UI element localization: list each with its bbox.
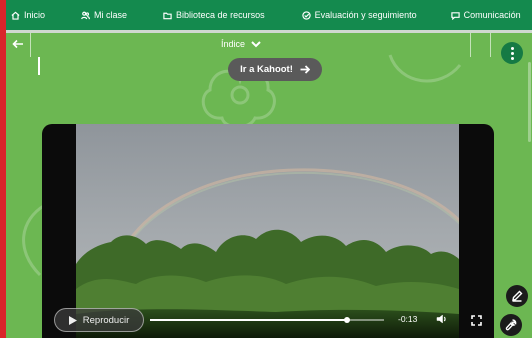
nav-label-comunicacion: Comunicación (463, 10, 521, 20)
index-dropdown[interactable]: Índice (221, 39, 261, 49)
annotate-button[interactable] (506, 285, 528, 307)
nav-label-inicio: Inicio (24, 10, 46, 20)
toolbar-divider (470, 33, 471, 57)
fullscreen-icon (471, 315, 482, 326)
wrench-icon (505, 319, 517, 331)
arrow-right-icon (300, 65, 310, 74)
arrow-left-icon (12, 39, 23, 49)
lesson-toolbar: Índice (6, 33, 532, 57)
nav-label-mi-clase: Mi clase (94, 10, 128, 20)
more-options-button[interactable] (501, 42, 523, 64)
chevron-down-icon (251, 41, 261, 48)
nav-label-biblioteca: Biblioteca de recursos (176, 10, 265, 20)
fullscreen-button[interactable] (471, 313, 482, 326)
nav-item-evaluacion[interactable]: Evaluación y seguimiento (301, 10, 417, 20)
top-navigation: Inicio Mi clase Biblioteca de recursos E… (6, 0, 532, 30)
video-seek-bar[interactable] (150, 317, 384, 323)
play-button-label: Reproducir (82, 314, 130, 326)
folder-icon (163, 12, 172, 19)
video-player[interactable]: Reproducir -0:13 (42, 124, 494, 338)
video-controls: Reproducir -0:13 (42, 306, 494, 338)
people-icon (81, 11, 90, 19)
kahoot-button-label: Ir a Kahoot! (240, 64, 293, 75)
nav-item-inicio[interactable]: Inicio (11, 10, 45, 20)
pencil-icon (512, 290, 523, 302)
play-button[interactable]: Reproducir (54, 308, 144, 332)
home-icon (11, 11, 20, 20)
toolbar-divider (490, 33, 491, 57)
nav-item-comunicacion[interactable]: Comunicación (450, 10, 521, 20)
scrollbar[interactable] (528, 62, 531, 142)
more-vertical-icon (510, 46, 514, 61)
volume-icon (436, 314, 446, 324)
nav-item-biblioteca[interactable]: Biblioteca de recursos (163, 10, 265, 20)
nav-label-evaluacion: Evaluación y seguimiento (314, 10, 417, 20)
back-button[interactable] (12, 37, 26, 51)
seek-bar-fill (150, 319, 347, 321)
volume-button[interactable] (436, 312, 448, 324)
toolbar-divider (30, 33, 31, 57)
seek-bar-thumb[interactable] (343, 317, 350, 323)
index-label: Índice (221, 39, 246, 49)
nav-item-mi-clase[interactable]: Mi clase (81, 10, 127, 20)
chat-icon (450, 11, 460, 20)
check-circle-icon (301, 10, 311, 20)
text-cursor (38, 57, 40, 75)
tools-button[interactable] (500, 314, 522, 336)
kahoot-button[interactable]: Ir a Kahoot! (228, 58, 322, 81)
play-icon (68, 315, 77, 325)
time-remaining: -0:13 (398, 314, 418, 324)
